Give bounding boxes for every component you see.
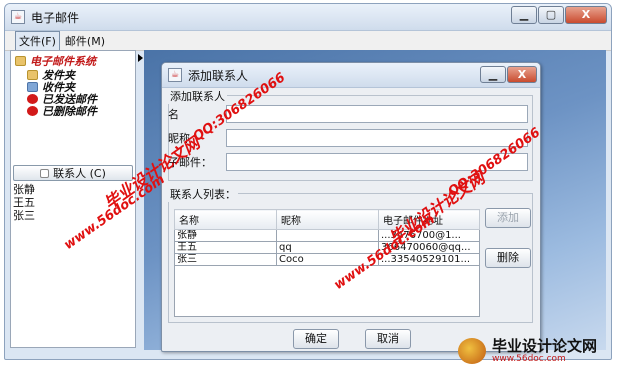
table-cell: 张静: [174, 229, 277, 242]
add-contact-group-title: 添加联系人: [168, 88, 227, 104]
brand-title: 毕业设计论文网: [492, 337, 598, 355]
java-app-icon: ☕: [11, 10, 25, 24]
name-field[interactable]: [226, 105, 528, 123]
add-contact-dialog: ☕ 添加联系人 ▁ X 添加联系人 名 昵称 子邮件： 联系人列表： 名称 昵称…: [161, 62, 541, 352]
mail-tree: 电子邮件系统 发件夹 收件夹 已发送邮件 已删除邮件: [11, 51, 135, 161]
contact-list-group-title: 联系人列表：: [168, 186, 238, 202]
table-row[interactable]: 王五 qq 366470060@qq...: [174, 241, 480, 254]
table-cell: 王五: [174, 241, 277, 254]
table-cell: qq: [276, 241, 379, 254]
nickname-field[interactable]: [226, 129, 528, 147]
split-arrow-icon[interactable]: [138, 54, 143, 62]
minimize-button[interactable]: ▁: [511, 6, 537, 24]
deleted-icon: [27, 106, 38, 116]
inbox-icon: [27, 82, 38, 92]
close-button[interactable]: X: [565, 6, 607, 24]
menu-bar: 文件(F) 邮件(M): [5, 30, 611, 51]
column-header-nickname[interactable]: 昵称: [276, 209, 379, 230]
dialog-close-button[interactable]: X: [507, 66, 537, 83]
dialog-title: 添加联系人: [188, 68, 249, 83]
menu-file[interactable]: 文件(F): [15, 30, 60, 51]
table-cell: [276, 229, 379, 242]
delete-button[interactable]: 删除: [485, 248, 531, 268]
ok-button[interactable]: 确定: [293, 329, 339, 349]
brand-url: www.56doc.com: [492, 354, 566, 364]
main-window-title: 电子邮件: [31, 10, 80, 25]
tree-item-deleted[interactable]: 已删除邮件: [15, 105, 131, 118]
maximize-button[interactable]: ▢: [538, 6, 564, 24]
sent-icon: [27, 94, 38, 104]
menu-mail[interactable]: 邮件(M): [62, 32, 108, 50]
dialog-minimize-button[interactable]: ▁: [480, 66, 506, 83]
dialog-title-bar[interactable]: ☕ 添加联系人 ▁ X: [162, 63, 540, 88]
brand-logo: 毕业设计论文网 www.56doc.com: [458, 336, 620, 366]
table-cell: 张三: [174, 253, 277, 266]
contacts-button[interactable]: 联系人 (C): [13, 165, 133, 181]
brand-mark-icon: [458, 338, 486, 364]
main-title-bar[interactable]: ☕ 电子邮件 ▁ ▢ X: [5, 4, 611, 31]
envelope-icon: [27, 70, 38, 80]
nickname-row: 昵称: [168, 129, 528, 147]
java-app-icon: ☕: [168, 68, 182, 82]
folder-icon: [15, 56, 26, 66]
table-row[interactable]: 张三 Coco ...33540529101...: [174, 253, 480, 266]
column-header-name[interactable]: 名称: [174, 209, 277, 230]
cancel-button[interactable]: 取消: [365, 329, 411, 349]
add-button[interactable]: 添加: [485, 208, 531, 228]
table-row[interactable]: 张静 ...3476700@1...: [174, 229, 480, 242]
contact-card-icon: [40, 168, 50, 178]
